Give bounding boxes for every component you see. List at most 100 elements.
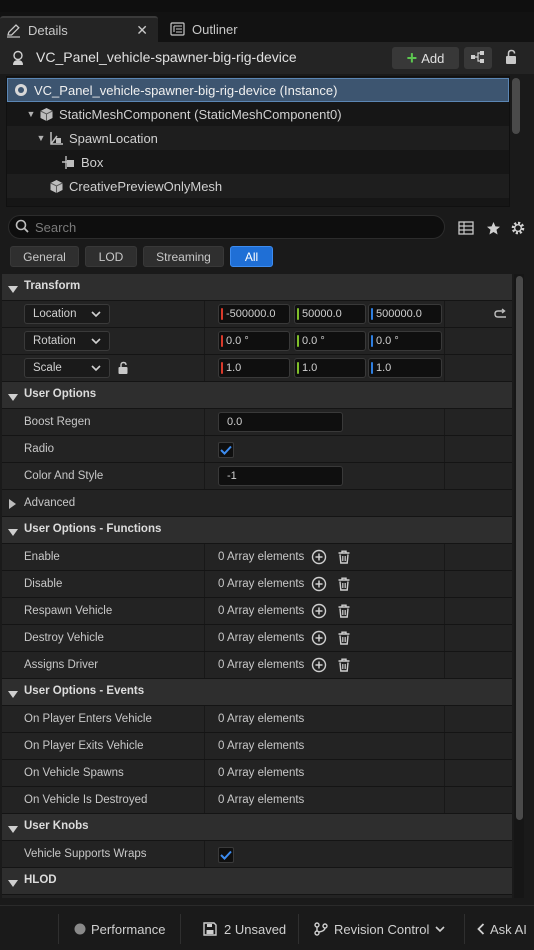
section-user-options[interactable]: User Options <box>2 382 512 409</box>
tree-item-static-mesh-component[interactable]: ▼ StaticMeshComponent (StaticMeshCompone… <box>7 102 509 126</box>
unsaved-button[interactable]: 2 Unsaved <box>203 920 286 938</box>
tree-item-label: VC_Panel_vehicle-spawner-big-rig-device … <box>34 82 338 98</box>
add-element-icon[interactable] <box>311 603 327 619</box>
section-transform[interactable]: Transform <box>2 274 512 301</box>
revision-control-button[interactable]: Revision Control <box>314 920 445 938</box>
rotation-x-field[interactable]: 0.0 ° <box>218 331 290 351</box>
lock-button[interactable] <box>500 47 522 69</box>
collapse-arrow-icon <box>8 391 18 405</box>
unsaved-label: 2 Unsaved <box>224 921 287 937</box>
value-text: 1.0 <box>302 362 318 374</box>
property-matrix-icon[interactable] <box>457 219 475 237</box>
actor-title: VC_Panel_vehicle-spawner-big-rig-device <box>36 49 297 65</box>
scene-component-icon <box>47 131 65 146</box>
property-label: Vehicle Supports Wraps <box>24 848 147 860</box>
property-location: Location -500000.0 50000.0 500000.0 <box>2 301 512 328</box>
trash-icon[interactable] <box>336 657 352 673</box>
property-label: Color And Style <box>24 470 104 482</box>
expand-arrow-icon[interactable]: ▼ <box>25 109 37 119</box>
add-component-button[interactable]: + Add <box>392 47 459 69</box>
tree-scrollbar[interactable] <box>512 78 520 134</box>
chevron-down-icon <box>91 363 101 376</box>
plus-icon: + <box>406 48 418 68</box>
property-array-row: On Vehicle Spawns 0 Array elements <box>2 760 512 787</box>
blueprint-button[interactable] <box>464 47 492 69</box>
reset-to-default-icon[interactable] <box>494 308 507 323</box>
location-mode-dropdown[interactable]: Location <box>24 304 110 324</box>
unlock-icon[interactable] <box>117 361 130 378</box>
add-element-icon[interactable] <box>311 630 327 646</box>
actor-icon <box>12 83 30 97</box>
value-text: -1 <box>227 470 237 482</box>
section-hlod[interactable]: HLOD <box>2 868 512 895</box>
trash-icon[interactable] <box>336 630 352 646</box>
property-label: Enable <box>24 551 60 563</box>
location-x-field[interactable]: -500000.0 <box>218 304 290 324</box>
color-and-style-field[interactable]: -1 <box>218 466 343 486</box>
add-button-label: Add <box>421 50 445 66</box>
array-count-text: 0 Array elements <box>218 713 305 725</box>
x-axis-marker <box>221 362 223 374</box>
section-user-knobs[interactable]: User Knobs <box>2 814 512 841</box>
trash-icon[interactable] <box>336 603 352 619</box>
section-title: User Knobs <box>24 820 89 832</box>
dropdown-label: Scale <box>33 362 62 374</box>
rotation-mode-dropdown[interactable]: Rotation <box>24 331 110 351</box>
section-user-options-events[interactable]: User Options - Events <box>2 679 512 706</box>
scale-y-field[interactable]: 1.0 <box>294 358 366 378</box>
vehicle-supports-wraps-checkbox[interactable] <box>218 847 234 863</box>
actor-icon <box>10 50 26 69</box>
tree-item-creative-preview-mesh[interactable]: CreativePreviewOnlyMesh <box>7 174 509 198</box>
performance-button[interactable]: Performance <box>74 920 165 938</box>
property-array-row: Destroy Vehicle 0 Array elements <box>2 625 512 652</box>
property-scrollbar[interactable] <box>516 276 523 820</box>
status-bar: Performance 2 Unsaved Revision Control A… <box>0 905 534 950</box>
rotation-z-field[interactable]: 0.0 ° <box>368 331 442 351</box>
search-input[interactable] <box>35 219 415 235</box>
boost-regen-field[interactable]: 0.0 <box>218 412 343 432</box>
close-icon[interactable]: ✕ <box>136 22 148 39</box>
tab-details[interactable]: Details ✕ <box>0 16 158 42</box>
property-partial <box>2 895 512 898</box>
add-element-icon[interactable] <box>311 576 327 592</box>
separator <box>298 914 299 944</box>
trash-icon[interactable] <box>336 549 352 565</box>
z-axis-marker <box>371 308 373 320</box>
performance-icon <box>74 923 86 935</box>
filter-general[interactable]: General <box>10 246 79 267</box>
scale-mode-dropdown[interactable]: Scale <box>24 358 110 378</box>
value-text: 0.0 ° <box>302 335 325 347</box>
gear-icon[interactable] <box>509 219 527 237</box>
property-array-row: On Player Exits Vehicle 0 Array elements <box>2 733 512 760</box>
add-element-icon[interactable] <box>311 549 327 565</box>
tab-details-label: Details <box>28 22 68 38</box>
tree-item-label: StaticMeshComponent (StaticMeshComponent… <box>59 106 342 122</box>
section-advanced[interactable]: Advanced <box>2 490 512 517</box>
expand-arrow-icon[interactable]: ▼ <box>35 133 47 143</box>
location-y-field[interactable]: 50000.0 <box>294 304 366 324</box>
scale-z-field[interactable]: 1.0 <box>368 358 442 378</box>
section-title: Advanced <box>24 497 76 509</box>
section-title: HLOD <box>24 874 57 886</box>
tree-item-spawn-location[interactable]: ▼ SpawnLocation <box>7 126 509 150</box>
rotation-y-field[interactable]: 0.0 ° <box>294 331 366 351</box>
tree-item-instance[interactable]: VC_Panel_vehicle-spawner-big-rig-device … <box>7 78 509 102</box>
property-label: Destroy Vehicle <box>24 632 104 644</box>
search-box[interactable] <box>8 215 445 239</box>
trash-icon[interactable] <box>336 576 352 592</box>
filter-streaming[interactable]: Streaming <box>143 246 224 267</box>
section-user-options-functions[interactable]: User Options - Functions <box>2 517 512 544</box>
property-grid: Transform Location -500000.0 50000.0 500… <box>2 274 512 898</box>
tab-outliner[interactable]: Outliner <box>162 16 302 42</box>
scale-x-field[interactable]: 1.0 <box>218 358 290 378</box>
tree-item-box[interactable]: Box <box>7 150 509 174</box>
filter-all[interactable]: All <box>230 246 273 267</box>
property-array-row: Disable 0 Array elements <box>2 571 512 598</box>
location-z-field[interactable]: 500000.0 <box>368 304 442 324</box>
star-icon[interactable] <box>484 219 502 237</box>
array-count-text: 0 Array elements <box>218 794 305 806</box>
ask-ai-button[interactable]: Ask AI <box>477 920 527 938</box>
filter-lod[interactable]: LOD <box>85 246 137 267</box>
radio-checkbox[interactable] <box>218 442 234 458</box>
add-element-icon[interactable] <box>311 657 327 673</box>
